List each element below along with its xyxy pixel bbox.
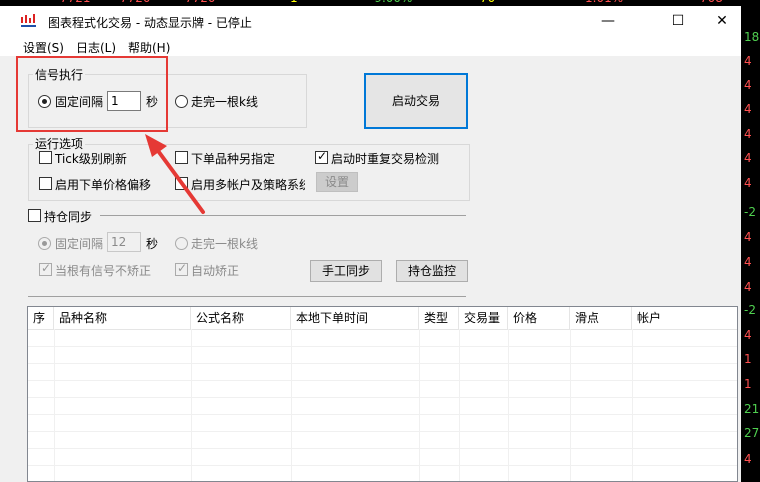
col-symbol-name[interactable]: 品种名称 xyxy=(54,307,191,329)
bg-top-value: 7720 xyxy=(185,0,216,5)
col-volume[interactable]: 交易量 xyxy=(459,307,508,329)
bg-right-value: 1 xyxy=(744,352,752,366)
table-header: 序 品种名称 公式名称 本地下单时间 类型 交易量 价格 滑点 帐户 xyxy=(28,307,737,330)
sync-bar-complete-label: 走完一根k线 xyxy=(191,237,258,251)
bg-right-value: 4 xyxy=(744,102,752,116)
position-monitor-button[interactable]: 持仓监控 xyxy=(396,260,468,282)
price-offset-checkbox[interactable] xyxy=(39,177,52,190)
sync-bar-complete-radio[interactable] xyxy=(175,237,188,250)
bg-right-value: 1 xyxy=(744,377,752,391)
menu-help[interactable]: 帮助(H) xyxy=(128,39,170,56)
col-price[interactable]: 价格 xyxy=(508,307,570,329)
col-formula-name[interactable]: 公式名称 xyxy=(191,307,291,329)
minimize-button[interactable]: — xyxy=(585,6,631,36)
checkmark-icon: ✓ xyxy=(177,261,188,275)
col-slippage[interactable]: 滑点 xyxy=(570,307,632,329)
col-index[interactable]: 序 xyxy=(28,307,54,329)
window-title: 图表程式化交易 - 动态显示牌 - 已停止 xyxy=(48,16,252,30)
col-type[interactable]: 类型 xyxy=(419,307,459,329)
table-divider xyxy=(28,296,466,297)
position-sync-checkbox[interactable] xyxy=(28,209,41,222)
bg-right-value: 4 xyxy=(744,452,752,466)
grid-line xyxy=(291,329,292,481)
multi-account-label: 启用多帐户及策略系统 xyxy=(191,178,305,192)
auto-correct-checkbox[interactable]: ✓ xyxy=(175,261,188,276)
bg-top-value: 1.01% xyxy=(585,0,623,5)
bg-right-value: 4 xyxy=(744,54,752,68)
start-trading-button[interactable]: 启动交易 xyxy=(364,73,468,129)
bg-right-value: -2 xyxy=(744,205,756,219)
col-order-time[interactable]: 本地下单时间 xyxy=(291,307,419,329)
bg-right-value: 4 xyxy=(744,176,752,190)
bg-top-value: -9.00% xyxy=(370,0,412,5)
bar-complete-radio[interactable] xyxy=(175,95,188,108)
no-correct-checkbox[interactable]: ✓ xyxy=(39,261,52,276)
bg-right-value: 4 xyxy=(744,255,752,269)
repeat-check-checkbox[interactable]: ✓ xyxy=(315,149,328,164)
app-logo-icon xyxy=(21,14,36,27)
menu-bar: 设置(S) 日志(L) 帮助(H) xyxy=(0,36,741,56)
maximize-button[interactable]: ☐ xyxy=(655,6,701,36)
bg-right-value: 18 xyxy=(744,30,760,44)
checkmark-icon: ✓ xyxy=(41,261,52,275)
bg-right-value: 4 xyxy=(744,151,752,165)
bg-top-value: 70 xyxy=(480,0,495,5)
order-symbol-label: 下单品种另指定 xyxy=(191,152,276,166)
position-sync-label: 持仓同步 xyxy=(44,210,93,224)
menu-settings[interactable]: 设置(S) xyxy=(23,39,64,56)
no-correct-label: 当根有信号不矫正 xyxy=(55,264,152,278)
sync-fixed-interval-radio[interactable] xyxy=(38,237,51,250)
order-symbol-checkbox[interactable] xyxy=(175,151,188,164)
bg-top-value: 708 xyxy=(700,0,723,5)
bg-right-value: 4 xyxy=(744,328,752,342)
bg-right-value: 4 xyxy=(744,78,752,92)
tick-refresh-checkbox[interactable] xyxy=(39,151,52,164)
col-account[interactable]: 帐户 xyxy=(632,307,737,329)
bg-right-value: 4 xyxy=(744,280,752,294)
settings-button[interactable]: 设置 xyxy=(316,172,358,192)
price-offset-label: 启用下单价格偏移 xyxy=(55,178,152,192)
bg-right-value: 4 xyxy=(744,230,752,244)
grid-line xyxy=(570,329,571,481)
position-sync-divider xyxy=(100,215,466,216)
trading-window: 图表程式化交易 - 动态显示牌 - 已停止 — ☐ ✕ 设置(S) 日志(L) … xyxy=(0,6,741,482)
auto-correct-label: 自动矫正 xyxy=(191,264,240,278)
bg-top-value: 1 xyxy=(290,0,298,5)
grid-line xyxy=(419,329,420,481)
highlight-box xyxy=(16,56,168,132)
grid-line xyxy=(632,329,633,481)
bg-right-value: 4 xyxy=(744,127,752,141)
grid-line xyxy=(191,329,192,481)
sync-seconds-unit: 秒 xyxy=(146,237,159,251)
bg-right-value: 27 xyxy=(744,426,760,440)
grid-line xyxy=(459,329,460,481)
grid-line xyxy=(54,329,55,481)
manual-sync-button[interactable]: 手工同步 xyxy=(310,260,382,282)
bg-right-value: -2 xyxy=(744,303,756,317)
sync-fixed-interval-label: 固定间隔 xyxy=(55,237,104,251)
bar-complete-label: 走完一根k线 xyxy=(191,95,258,109)
close-button[interactable]: ✕ xyxy=(699,6,745,36)
menu-log[interactable]: 日志(L) xyxy=(76,39,116,56)
bg-top-value: 7720 xyxy=(120,0,151,5)
order-table[interactable]: 序 品种名称 公式名称 本地下单时间 类型 交易量 价格 滑点 帐户 xyxy=(27,306,738,482)
grid-line xyxy=(508,329,509,481)
multi-account-checkbox[interactable] xyxy=(175,177,188,190)
sync-interval-input[interactable]: 12 xyxy=(107,232,141,252)
bg-right-value: 21 xyxy=(744,402,760,416)
tick-refresh-label: Tick级别刷新 xyxy=(55,152,127,166)
repeat-check-label: 启动时重复交易检测 xyxy=(331,152,440,166)
title-bar[interactable]: 图表程式化交易 - 动态显示牌 - 已停止 — ☐ ✕ xyxy=(0,6,741,36)
checkmark-icon: ✓ xyxy=(317,149,328,163)
bg-top-value: 7721 xyxy=(60,0,91,5)
